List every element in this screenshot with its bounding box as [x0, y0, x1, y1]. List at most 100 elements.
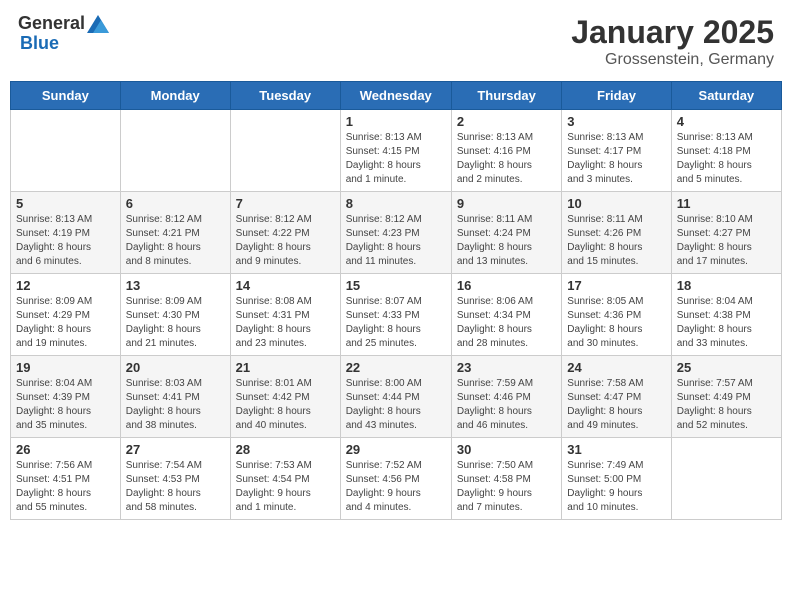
calendar-cell: 2Sunrise: 8:13 AM Sunset: 4:16 PM Daylig… [451, 110, 561, 192]
day-number: 13 [126, 278, 225, 293]
day-info: Sunrise: 8:04 AM Sunset: 4:39 PM Dayligh… [16, 377, 115, 433]
day-number: 20 [126, 360, 225, 375]
calendar-cell: 14 Sunrise: 8:08 AM Sunset: 4:31 PM Dayli… [230, 274, 340, 356]
day-number: 17 [567, 278, 665, 293]
day-number: 3 [567, 114, 665, 129]
day-info: Sunrise: 8:12 AM Sunset: 4:22 PM Dayligh… [236, 213, 335, 269]
weekday-header: Saturday [671, 82, 781, 110]
day-info: Sunrise: 8:12 AM Sunset: 4:21 PM Dayligh… [126, 213, 225, 269]
day-number: 30 [457, 442, 556, 457]
day-info: Sunrise: 8:07 AM Sunset: 4:33 PM Dayligh… [346, 295, 446, 351]
day-info: Sunrise: 7:49 AM Sunset: 5:00 PM Dayligh… [567, 459, 665, 515]
location-title: Grossenstein, Germany [571, 51, 774, 69]
logo-general: General [18, 14, 85, 34]
weekday-header: Tuesday [230, 82, 340, 110]
day-info: Sunrise: 8:13 AM Sunset: 4:18 PM Dayligh… [677, 131, 776, 187]
calendar-cell: 7 Sunrise: 8:12 AM Sunset: 4:22 PM Daylig… [230, 192, 340, 274]
calendar-cell: 15 Sunrise: 8:07 AM Sunset: 4:33 PM Dayli… [340, 274, 451, 356]
day-info: Sunrise: 8:06 AM Sunset: 4:34 PM Dayligh… [457, 295, 556, 351]
calendar-cell: 26 Sunrise: 7:56 AM Sunset: 4:51 PM Dayli… [11, 438, 121, 520]
day-number: 10 [567, 196, 665, 211]
page-header: General Blue January 2025 Grossenstein, … [10, 10, 782, 73]
calendar-cell: 17Sunrise: 8:05 AM Sunset: 4:36 PM Dayli… [562, 274, 671, 356]
calendar-cell: 16 Sunrise: 8:06 AM Sunset: 4:34 PM Dayli… [451, 274, 561, 356]
day-number: 19 [16, 360, 115, 375]
day-info: Sunrise: 8:08 AM Sunset: 4:31 PM Dayligh… [236, 295, 335, 351]
calendar-cell: 8 Sunrise: 8:12 AM Sunset: 4:23 PM Daylig… [340, 192, 451, 274]
calendar-cell: 22 Sunrise: 8:00 AM Sunset: 4:44 PM Dayli… [340, 356, 451, 438]
calendar-cell: 19 Sunrise: 8:04 AM Sunset: 4:39 PM Dayli… [11, 356, 121, 438]
calendar-cell: 3 Sunrise: 8:13 AM Sunset: 4:17 PM Daylig… [562, 110, 671, 192]
calendar-week-row: 19 Sunrise: 8:04 AM Sunset: 4:39 PM Dayli… [11, 356, 782, 438]
calendar-cell: 6 Sunrise: 8:12 AM Sunset: 4:21 PM Daylig… [120, 192, 230, 274]
calendar-cell: 4 Sunrise: 8:13 AM Sunset: 4:18 PM Daylig… [671, 110, 781, 192]
weekday-header: Monday [120, 82, 230, 110]
calendar-cell [671, 438, 781, 520]
weekday-header: Thursday [451, 82, 561, 110]
day-number: 5 [16, 196, 115, 211]
day-number: 23 [457, 360, 556, 375]
day-info: Sunrise: 7:52 AM Sunset: 4:56 PM Dayligh… [346, 459, 446, 515]
calendar-week-row: 12Sunrise: 8:09 AM Sunset: 4:29 PM Dayli… [11, 274, 782, 356]
calendar-week-row: 26 Sunrise: 7:56 AM Sunset: 4:51 PM Dayli… [11, 438, 782, 520]
logo: General Blue [18, 14, 109, 54]
day-number: 2 [457, 114, 556, 129]
day-info: Sunrise: 8:13 AM Sunset: 4:17 PM Dayligh… [567, 131, 665, 187]
calendar-cell: 1Sunrise: 8:13 AM Sunset: 4:15 PM Daylig… [340, 110, 451, 192]
day-number: 27 [126, 442, 225, 457]
calendar-cell: 12Sunrise: 8:09 AM Sunset: 4:29 PM Dayli… [11, 274, 121, 356]
day-number: 18 [677, 278, 776, 293]
calendar-cell: 11 Sunrise: 8:10 AM Sunset: 4:27 PM Dayli… [671, 192, 781, 274]
month-title: January 2025 [571, 14, 774, 51]
day-number: 8 [346, 196, 446, 211]
weekday-header: Sunday [11, 82, 121, 110]
day-number: 22 [346, 360, 446, 375]
calendar-cell [11, 110, 121, 192]
day-info: Sunrise: 8:04 AM Sunset: 4:38 PM Dayligh… [677, 295, 776, 351]
calendar-cell: 30Sunrise: 7:50 AM Sunset: 4:58 PM Dayli… [451, 438, 561, 520]
day-number: 15 [346, 278, 446, 293]
day-number: 6 [126, 196, 225, 211]
day-info: Sunrise: 8:11 AM Sunset: 4:24 PM Dayligh… [457, 213, 556, 269]
day-number: 14 [236, 278, 335, 293]
calendar-table: SundayMondayTuesdayWednesdayThursdayFrid… [10, 81, 782, 520]
logo-blue: Blue [20, 34, 109, 54]
day-number: 11 [677, 196, 776, 211]
day-number: 21 [236, 360, 335, 375]
day-info: Sunrise: 7:56 AM Sunset: 4:51 PM Dayligh… [16, 459, 115, 515]
calendar-cell: 31 Sunrise: 7:49 AM Sunset: 5:00 PM Dayli… [562, 438, 671, 520]
calendar-cell: 29Sunrise: 7:52 AM Sunset: 4:56 PM Dayli… [340, 438, 451, 520]
day-info: Sunrise: 8:12 AM Sunset: 4:23 PM Dayligh… [346, 213, 446, 269]
weekday-header: Friday [562, 82, 671, 110]
calendar-cell: 28Sunrise: 7:53 AM Sunset: 4:54 PM Dayli… [230, 438, 340, 520]
day-info: Sunrise: 8:00 AM Sunset: 4:44 PM Dayligh… [346, 377, 446, 433]
day-info: Sunrise: 7:53 AM Sunset: 4:54 PM Dayligh… [236, 459, 335, 515]
day-info: Sunrise: 8:01 AM Sunset: 4:42 PM Dayligh… [236, 377, 335, 433]
day-info: Sunrise: 7:57 AM Sunset: 4:49 PM Dayligh… [677, 377, 776, 433]
day-number: 24 [567, 360, 665, 375]
day-info: Sunrise: 7:58 AM Sunset: 4:47 PM Dayligh… [567, 377, 665, 433]
day-number: 31 [567, 442, 665, 457]
weekday-header-row: SundayMondayTuesdayWednesdayThursdayFrid… [11, 82, 782, 110]
day-number: 4 [677, 114, 776, 129]
calendar-cell: 10 Sunrise: 8:11 AM Sunset: 4:26 PM Dayli… [562, 192, 671, 274]
day-number: 12 [16, 278, 115, 293]
calendar-cell: 5Sunrise: 8:13 AM Sunset: 4:19 PM Daylig… [11, 192, 121, 274]
day-info: Sunrise: 8:10 AM Sunset: 4:27 PM Dayligh… [677, 213, 776, 269]
day-info: Sunrise: 8:13 AM Sunset: 4:15 PM Dayligh… [346, 131, 446, 187]
day-number: 7 [236, 196, 335, 211]
calendar-cell: 13Sunrise: 8:09 AM Sunset: 4:30 PM Dayli… [120, 274, 230, 356]
day-info: Sunrise: 8:11 AM Sunset: 4:26 PM Dayligh… [567, 213, 665, 269]
weekday-header: Wednesday [340, 82, 451, 110]
calendar-cell [230, 110, 340, 192]
calendar-cell: 9 Sunrise: 8:11 AM Sunset: 4:24 PM Daylig… [451, 192, 561, 274]
calendar-week-row: 1Sunrise: 8:13 AM Sunset: 4:15 PM Daylig… [11, 110, 782, 192]
calendar-cell [120, 110, 230, 192]
calendar-cell: 20Sunrise: 8:03 AM Sunset: 4:41 PM Dayli… [120, 356, 230, 438]
calendar-cell: 27Sunrise: 7:54 AM Sunset: 4:53 PM Dayli… [120, 438, 230, 520]
day-number: 16 [457, 278, 556, 293]
calendar-cell: 24 Sunrise: 7:58 AM Sunset: 4:47 PM Dayli… [562, 356, 671, 438]
day-number: 26 [16, 442, 115, 457]
day-number: 25 [677, 360, 776, 375]
day-number: 9 [457, 196, 556, 211]
